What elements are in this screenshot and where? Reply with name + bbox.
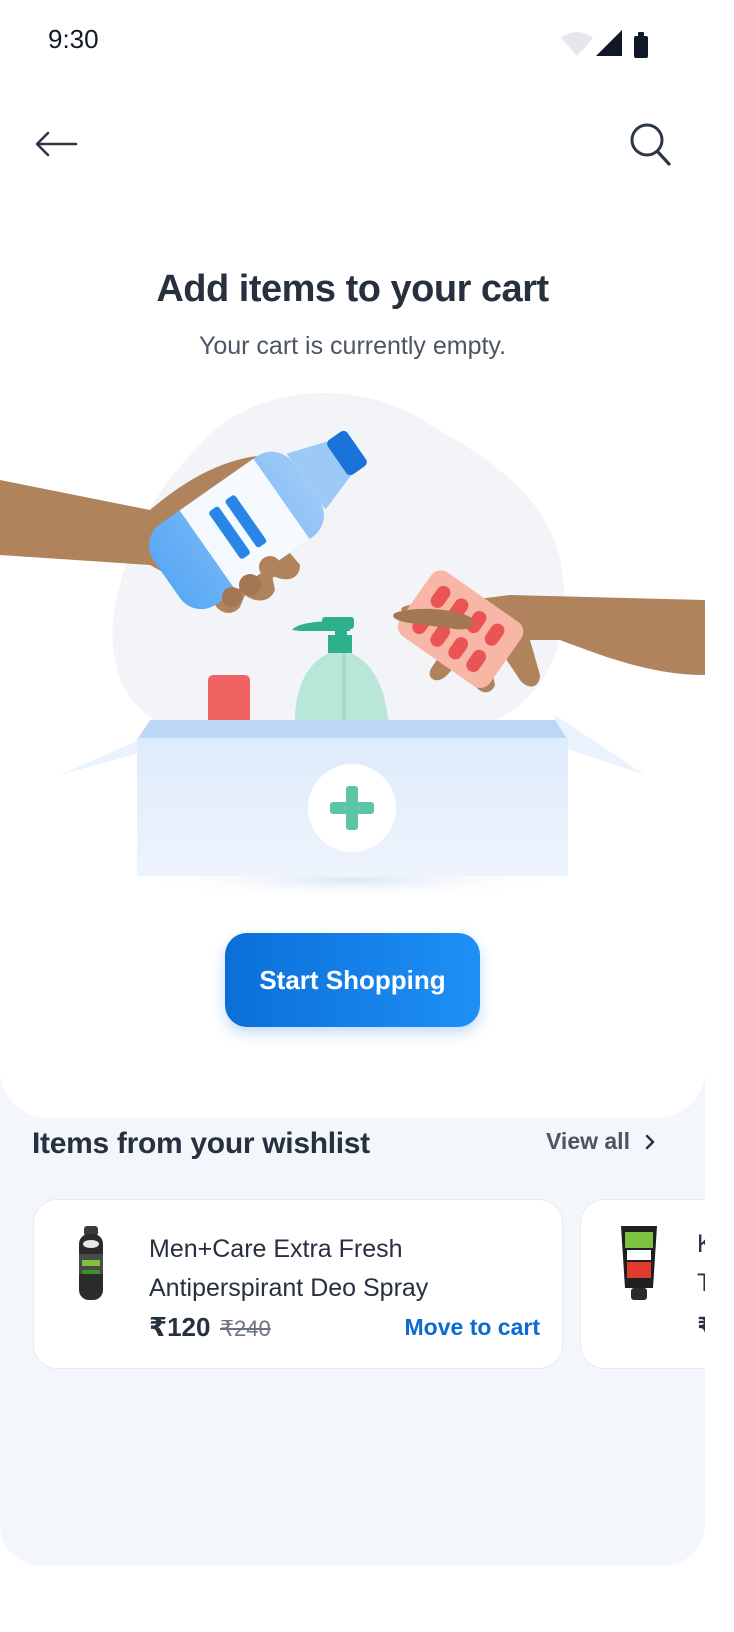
view-all-link[interactable]: View all [546,1128,656,1155]
empty-cart-illustration [0,392,705,898]
move-to-cart-button[interactable]: Move to cart [405,1314,540,1341]
box-flap-left [60,735,150,775]
product-price: ₹120 [149,1312,211,1342]
search-icon [630,123,671,166]
product-name-line-2: T [697,1269,705,1297]
box-top [137,720,568,740]
status-time: 9:30 [48,24,99,54]
empty-cart-subtitle: Your cart is currently empty. [198,332,507,360]
product-name: Men+Care Extra Fresh Antiperspirant Deo … [149,1230,549,1308]
wifi-icon [561,32,593,56]
product-name-line-1: K [697,1230,705,1259]
product-price: ₹ [697,1312,705,1342]
wishlist-product-card[interactable]: Men+Care Extra Fresh Antiperspirant Deo … [33,1199,563,1369]
product-name-line-2: Antiperspirant Deo Spray [149,1274,429,1302]
arrow-left-icon [35,131,78,157]
deo-spray-image [79,1226,103,1300]
battery-icon [634,36,648,58]
wishlist-product-card[interactable]: K T ₹ [580,1199,705,1369]
wishlist-title: Items from your wishlist [32,1127,370,1160]
view-all-label: View all [546,1128,630,1154]
back-button[interactable] [30,118,82,170]
status-bar: 9:30 [0,0,705,84]
product-mrp: ₹240 [220,1316,271,1341]
cart-screen: 9:30 Add items to your cart Your cart is… [0,0,705,1632]
product-name-line-1: Men+Care Extra Fresh [149,1235,403,1263]
status-icons [561,30,648,58]
face-wash-image [621,1226,657,1300]
search-button[interactable] [622,116,678,172]
chevron-right-icon [645,1134,655,1149]
start-shopping-button[interactable]: Start Shopping [225,933,480,1027]
signal-icon [596,30,622,56]
box-flap-right [555,715,645,775]
empty-cart-title: Add items to your cart [156,268,549,310]
